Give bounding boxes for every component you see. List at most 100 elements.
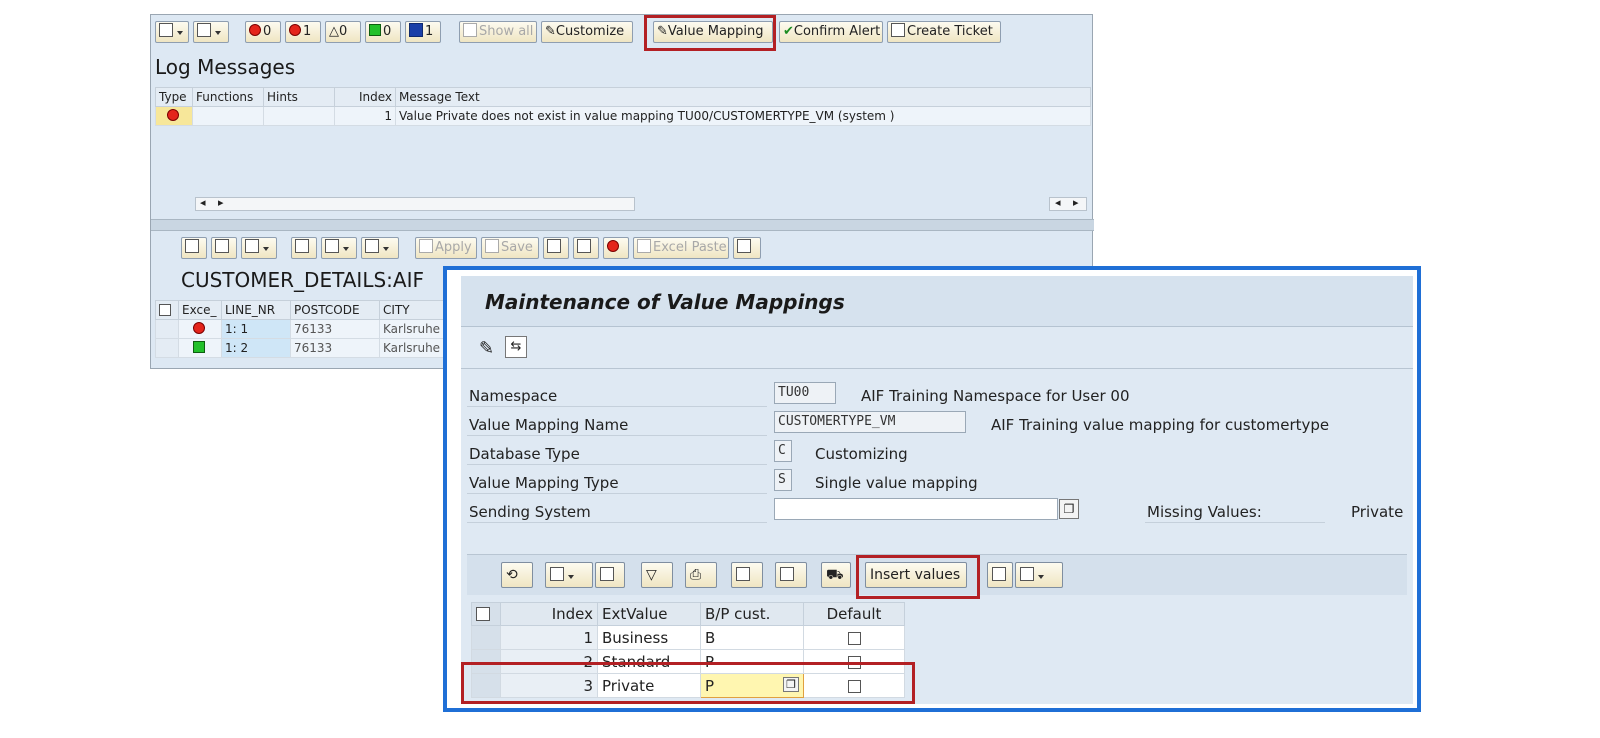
bp-cell[interactable]: B	[700, 625, 804, 650]
print-preview-button[interactable]	[987, 562, 1013, 588]
customize-button[interactable]: ✎Customize	[541, 21, 633, 43]
col-message[interactable]: Message Text	[395, 87, 1091, 107]
col-hints[interactable]: Hints	[263, 87, 335, 107]
red-filter-button[interactable]: 1	[285, 21, 321, 43]
col-default[interactable]: Default	[803, 602, 905, 626]
col-ext-value[interactable]: ExtValue	[597, 602, 701, 626]
vm-name-desc: AIF Training value mapping for customert…	[991, 416, 1330, 434]
transport-button[interactable]: ⛟	[821, 562, 851, 588]
ok-filter-button[interactable]: 0	[365, 21, 401, 43]
row-selector[interactable]	[471, 625, 501, 650]
extra-button[interactable]	[733, 237, 761, 259]
show-all-button[interactable]: Show all	[459, 21, 537, 43]
col-line-nr[interactable]: LINE_NR	[221, 300, 291, 320]
delete-row-button[interactable]	[595, 562, 625, 588]
apply-icon	[419, 239, 433, 253]
select-all-icon[interactable]	[155, 300, 179, 320]
log-row[interactable]: 1 Value Private does not exist in value …	[155, 106, 1091, 126]
col-bp-cust[interactable]: B/P cust.	[700, 602, 804, 626]
ticket-icon	[891, 23, 905, 37]
splitter[interactable]	[151, 219, 1094, 231]
filter-button-2[interactable]: ▽	[641, 562, 673, 588]
new-button[interactable]	[545, 562, 593, 588]
default-checkbox[interactable]	[847, 631, 861, 645]
refresh-icon: ⟲	[506, 567, 518, 583]
hierarchy-icon[interactable]: ⇆	[505, 336, 527, 358]
horizontal-scrollbar-2[interactable]: ◂ ▸	[1049, 196, 1087, 211]
grid-icon	[365, 239, 379, 253]
save-button[interactable]: Save	[481, 237, 539, 259]
vm-type-field[interactable]: S	[774, 469, 792, 491]
find-button-2[interactable]	[731, 562, 763, 588]
warning-filter-button[interactable]: △0	[325, 21, 361, 43]
create-ticket-button[interactable]: Create Ticket	[887, 21, 1001, 43]
log-toolbar: 0 1 △0 0 1 Show all ✎Customize ✎Value Ma…	[155, 21, 1085, 45]
green-light-icon	[369, 24, 381, 36]
scroll-right-icon[interactable]: ▸	[1073, 196, 1079, 209]
data-row[interactable]: 1: 2 76133 Karlsruhe	[155, 338, 455, 358]
layout-button-3[interactable]	[775, 562, 807, 588]
find-button[interactable]	[181, 237, 207, 259]
row-selector[interactable]	[155, 319, 179, 339]
info-filter-button[interactable]: 1	[405, 21, 441, 43]
export-button[interactable]	[321, 237, 357, 259]
error-button[interactable]	[603, 237, 629, 259]
ext-value-cell[interactable]: Business	[597, 625, 701, 650]
vm-name-field[interactable]: CUSTOMERTYPE_VM	[774, 411, 966, 433]
refresh-button[interactable]: ⟲	[501, 562, 533, 588]
print-preview-icon	[992, 567, 1006, 581]
value-help-icon[interactable]: ❐	[1059, 499, 1079, 519]
functions-cell	[192, 106, 264, 126]
error-light-icon	[193, 322, 205, 334]
data-row[interactable]: 1: 1 76133 Karlsruhe	[155, 319, 455, 339]
row-selector[interactable]	[155, 338, 179, 358]
layout-icon	[780, 567, 794, 581]
paste-icon	[637, 239, 651, 253]
db-type-label: Database Type	[469, 445, 580, 463]
sending-system-field[interactable]	[774, 498, 1058, 520]
find-next-button[interactable]	[211, 237, 237, 259]
dropdown-icon	[343, 247, 349, 251]
col-postcode[interactable]: POSTCODE	[290, 300, 380, 320]
namespace-label: Namespace	[469, 387, 558, 405]
excel-paste-button[interactable]: Excel Paste	[633, 237, 729, 259]
binoculars-icon	[185, 239, 199, 253]
print-button-2[interactable]: ⎙	[685, 562, 717, 588]
horizontal-scrollbar[interactable]: ◂ ▸	[195, 196, 635, 211]
print-button[interactable]	[291, 237, 317, 259]
table-row[interactable]: 1 Business B	[471, 625, 905, 650]
error-count: 0	[263, 24, 272, 39]
confirm-alert-button[interactable]: ✔Confirm Alert	[779, 21, 883, 43]
namespace-field[interactable]: TU00	[774, 382, 836, 404]
layout-button-2[interactable]	[361, 237, 399, 259]
filter-icon: ▽	[646, 567, 657, 583]
scroll-left-icon[interactable]: ◂	[1055, 196, 1061, 209]
export-icon	[1020, 567, 1034, 581]
col-type[interactable]: Type	[155, 87, 193, 107]
data-header-row: Exce_ LINE_NR POSTCODE CITY	[155, 300, 455, 320]
col-index[interactable]: Index	[500, 602, 598, 626]
apply-button[interactable]: Apply	[415, 237, 477, 259]
dropdown-icon	[568, 575, 574, 579]
structure-button[interactable]	[543, 237, 569, 259]
db-type-desc: Customizing	[815, 445, 908, 463]
error-filter-button[interactable]: 0	[245, 21, 281, 43]
select-all-icon[interactable]	[471, 602, 501, 626]
value-mapping-highlight	[644, 15, 776, 51]
dropdown-icon	[383, 247, 389, 251]
status-cell	[178, 338, 222, 358]
line-nr-cell: 1: 2	[221, 338, 291, 358]
col-index[interactable]: Index	[334, 87, 396, 107]
scroll-left-icon[interactable]: ◂	[200, 196, 206, 209]
db-type-field[interactable]: C	[774, 440, 792, 462]
info-icon	[409, 23, 423, 37]
scroll-right-icon[interactable]: ▸	[218, 196, 224, 209]
col-functions[interactable]: Functions	[192, 87, 264, 107]
export-button-2[interactable]	[1015, 562, 1063, 588]
col-exception[interactable]: Exce_	[178, 300, 222, 320]
details-button[interactable]	[155, 21, 189, 43]
display-change-icon[interactable]: ✎	[479, 338, 494, 359]
layout-button[interactable]	[193, 21, 229, 43]
upload-button[interactable]	[573, 237, 599, 259]
filter-button[interactable]	[241, 237, 277, 259]
